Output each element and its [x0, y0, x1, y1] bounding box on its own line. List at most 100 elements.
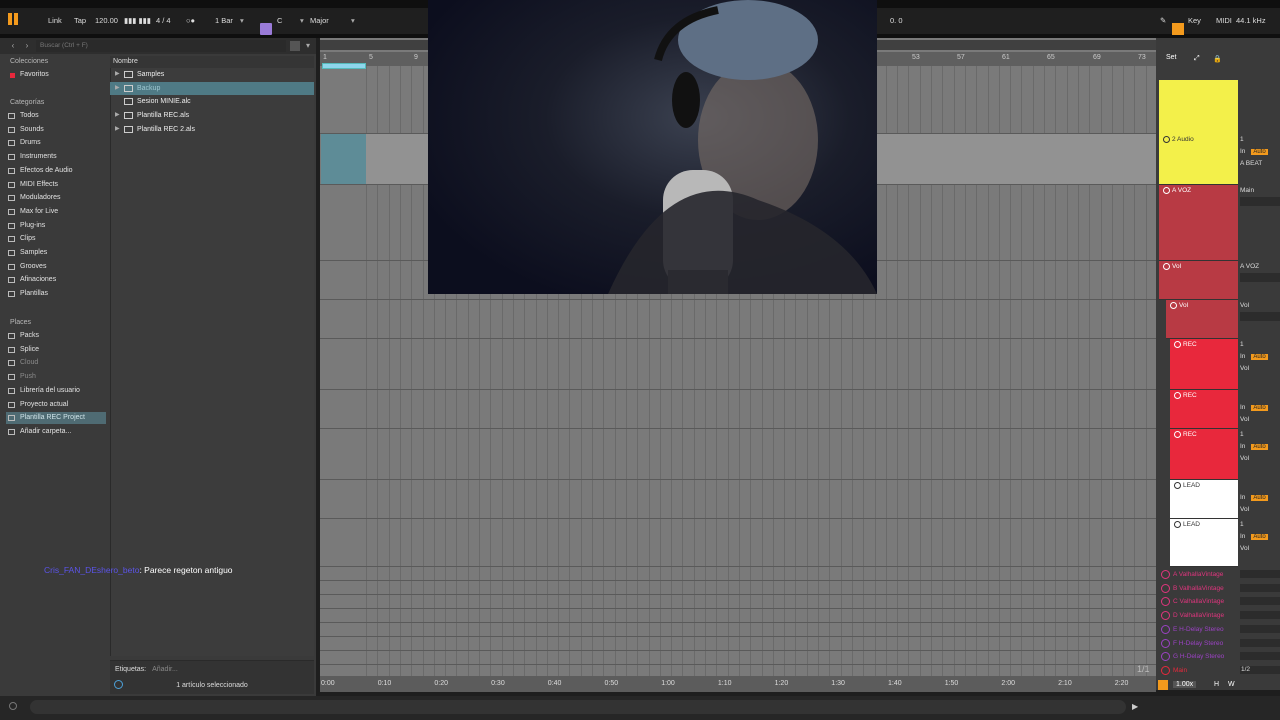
- output-channel[interactable]: Vol: [1240, 545, 1249, 552]
- zoom-field[interactable]: 1.00x: [1173, 681, 1197, 688]
- sidebar-item-place[interactable]: Librería del usuario: [6, 385, 106, 397]
- monitor-in-button[interactable]: In: [1240, 494, 1245, 501]
- sidebar-item-category[interactable]: MIDI Effects: [6, 179, 106, 191]
- sidebar-item-place[interactable]: Añadir carpeta...: [6, 426, 106, 438]
- pencil-icon[interactable]: ✎: [1160, 16, 1166, 25]
- input-channel[interactable]: A VOZ: [1240, 263, 1259, 270]
- return-track[interactable]: B ValhallaVintage: [1159, 582, 1239, 595]
- track-name[interactable]: LEAD: [1174, 521, 1200, 528]
- position-display[interactable]: 0. 0: [890, 16, 903, 25]
- input-channel[interactable]: 1: [1240, 521, 1244, 528]
- track-name[interactable]: Vol: [1170, 302, 1188, 309]
- sidebar-item-category[interactable]: Max for Live: [6, 206, 106, 218]
- return-track[interactable]: C ValhallaVintage: [1159, 595, 1239, 608]
- sidebar-item-category[interactable]: Todos: [6, 110, 106, 122]
- w-button[interactable]: W: [1228, 681, 1235, 688]
- quantization-select[interactable]: 1 Bar: [215, 16, 233, 25]
- filter-icon[interactable]: [290, 41, 300, 51]
- return-routing-box[interactable]: [1240, 652, 1280, 661]
- chevron-down-icon[interactable]: ▾: [303, 41, 313, 51]
- key-map-icon[interactable]: [1172, 23, 1184, 35]
- track-name[interactable]: REC: [1174, 341, 1197, 348]
- input-channel[interactable]: Vol: [1240, 302, 1249, 309]
- file-row[interactable]: Sesion MINIE.alc: [110, 95, 314, 108]
- return-track[interactable]: D ValhallaVintage: [1159, 609, 1239, 622]
- sidebar-item-place[interactable]: Push: [6, 371, 106, 383]
- expand-icon[interactable]: ⤢: [1194, 55, 1200, 63]
- fold-icon[interactable]: [1174, 392, 1181, 399]
- main-output[interactable]: 1/2: [1241, 666, 1250, 673]
- clip-region[interactable]: [321, 134, 366, 184]
- fold-icon[interactable]: [1170, 302, 1177, 309]
- follow-icon[interactable]: [1158, 680, 1168, 690]
- key-icon[interactable]: [260, 23, 272, 35]
- file-row[interactable]: ▶ Plantilla REC 2.als: [110, 123, 314, 136]
- fold-icon[interactable]: [1161, 665, 1170, 675]
- search-input[interactable]: Buscar (Ctrl + F): [36, 40, 286, 52]
- expand-arrow-icon[interactable]: ▶: [115, 68, 120, 81]
- output-channel[interactable]: Vol: [1240, 365, 1249, 372]
- sidebar-item-category[interactable]: Drums: [6, 137, 106, 149]
- return-routing-box[interactable]: [1240, 583, 1280, 592]
- midi-map-button[interactable]: MIDI: [1216, 16, 1232, 25]
- monitor-auto-button[interactable]: Auto: [1251, 534, 1268, 540]
- key-map-button[interactable]: Key: [1188, 16, 1201, 25]
- sidebar-item-place[interactable]: Plantilla REC Project: [6, 412, 106, 425]
- monitor-in-button[interactable]: In: [1240, 443, 1245, 450]
- track-header[interactable]: [1159, 185, 1238, 261]
- fold-icon[interactable]: [1163, 263, 1170, 270]
- sidebar-item-category[interactable]: Moduladores: [6, 192, 106, 204]
- fold-icon[interactable]: [1174, 482, 1181, 489]
- scale-select[interactable]: Major: [310, 16, 329, 25]
- track-name[interactable]: REC: [1174, 431, 1197, 438]
- fold-icon[interactable]: [1161, 611, 1170, 621]
- fold-icon[interactable]: [1161, 624, 1170, 634]
- monitor-in-button[interactable]: In: [1240, 533, 1245, 540]
- output-channel[interactable]: Vol: [1240, 416, 1249, 423]
- set-button[interactable]: Set: [1166, 54, 1177, 61]
- sidebar-item-category[interactable]: Clips: [6, 233, 106, 245]
- return-routing-box[interactable]: [1240, 570, 1280, 578]
- track-name[interactable]: A VOZ: [1163, 187, 1191, 194]
- sidebar-item-category[interactable]: Sounds: [6, 124, 106, 136]
- time-signature[interactable]: 4 / 4: [156, 16, 171, 25]
- monitor-in-button[interactable]: In: [1240, 353, 1245, 360]
- sidebar-item-place[interactable]: Packs: [6, 330, 106, 342]
- fold-icon[interactable]: [1163, 187, 1170, 194]
- file-row[interactable]: ▶ Backup: [110, 81, 314, 95]
- sidebar-item-category[interactable]: Plantillas: [6, 288, 106, 300]
- sidebar-item-favoritos[interactable]: Favoritos: [6, 69, 106, 81]
- sidebar-item-category[interactable]: Efectos de Audio: [6, 165, 106, 177]
- globe-icon[interactable]: [114, 680, 123, 689]
- sidebar-item-place[interactable]: Splice: [6, 344, 106, 356]
- return-track[interactable]: G H-Delay Stereo: [1159, 650, 1239, 663]
- return-track[interactable]: F H-Delay Stereo: [1159, 637, 1239, 650]
- monitor-auto-button[interactable]: Auto: [1251, 444, 1268, 450]
- forward-icon[interactable]: ›: [22, 41, 32, 51]
- output-channel[interactable]: A BEAT: [1240, 160, 1262, 167]
- fold-icon[interactable]: [1161, 570, 1170, 579]
- input-channel[interactable]: 1: [1240, 136, 1244, 143]
- sidebar-item-category[interactable]: Samples: [6, 247, 106, 259]
- fold-icon[interactable]: [1161, 583, 1170, 593]
- back-icon[interactable]: ‹: [8, 41, 18, 51]
- output-channel[interactable]: Vol: [1240, 506, 1249, 513]
- track-name[interactable]: 2 Audio: [1163, 136, 1194, 143]
- output-channel[interactable]: Vol: [1240, 455, 1249, 462]
- horizontal-scrollbar[interactable]: [30, 700, 1126, 714]
- expand-arrow-icon[interactable]: ▶: [115, 109, 120, 122]
- column-header-name[interactable]: Nombre: [110, 56, 314, 68]
- tempo-field[interactable]: 120.00: [95, 16, 118, 25]
- fold-icon[interactable]: [1174, 431, 1181, 438]
- lock-icon[interactable]: 🔒: [1213, 55, 1222, 63]
- monitor-in-button[interactable]: In: [1240, 404, 1245, 411]
- return-routing-box[interactable]: [1240, 597, 1280, 606]
- track-name[interactable]: Vol: [1163, 263, 1181, 270]
- metronome-bars-icon[interactable]: ▮▮▮ ▮▮▮: [124, 16, 151, 25]
- routing-box[interactable]: [1240, 273, 1280, 282]
- expand-arrow-icon[interactable]: ▶: [115, 82, 120, 95]
- file-row[interactable]: ▶ Plantilla REC.als: [110, 109, 314, 122]
- monitor-auto-button[interactable]: Auto: [1251, 354, 1268, 360]
- sidebar-item-place[interactable]: Cloud: [6, 357, 106, 369]
- return-track[interactable]: A ValhallaVintage: [1159, 568, 1239, 581]
